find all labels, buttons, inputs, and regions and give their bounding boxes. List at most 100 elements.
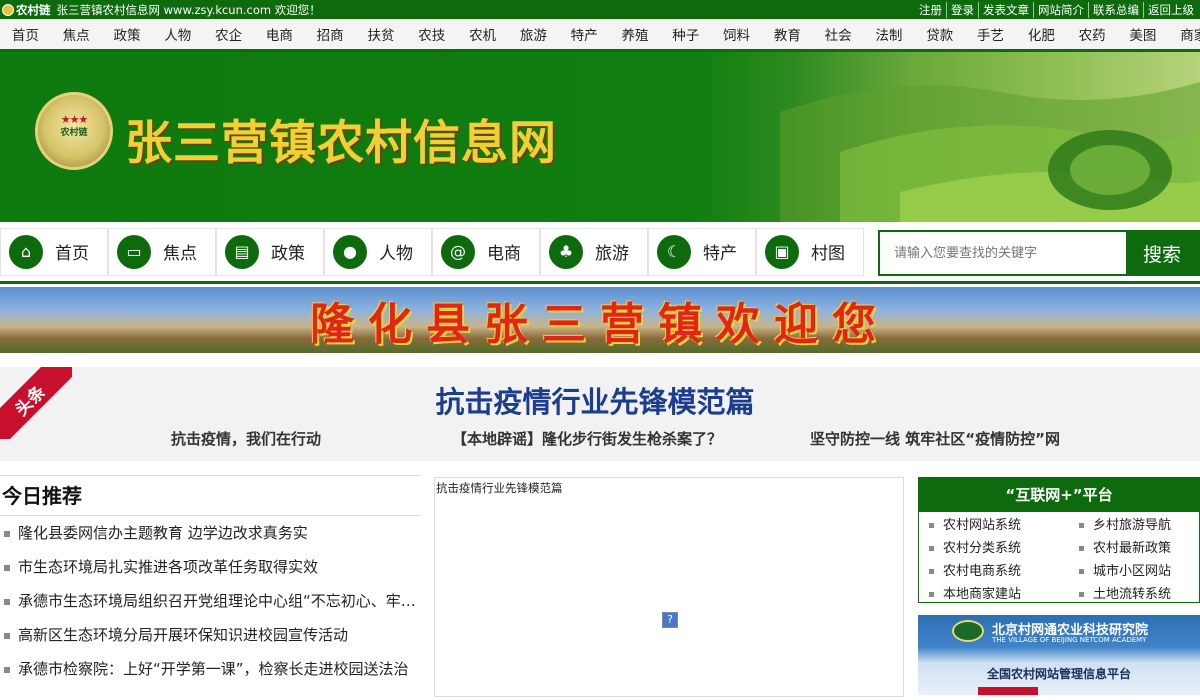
platform-link[interactable]: 农村电商系统 [927, 560, 1077, 583]
channel-link[interactable]: 招商 [305, 24, 356, 44]
nav-item-gallery[interactable]: ▣ 村图 [756, 227, 864, 276]
channel-link[interactable]: 政策 [102, 24, 153, 44]
internet-plus-panel: “互联网+”平台 农村网站系统 乡村旅游导航 农村分类系统 农村最新政策 农村电… [918, 477, 1200, 603]
channel-link[interactable]: 教育 [762, 24, 813, 44]
contact-editor-link[interactable]: 联系总编 [1089, 1, 1144, 18]
platform-link[interactable]: 农村分类系统 [927, 537, 1077, 560]
platform-link[interactable]: 乡村旅游导航 [1077, 514, 1200, 537]
tv-icon: ▭ [117, 234, 151, 269]
headline-sub-link[interactable]: 【本地辟谣】隆化步行街发生枪杀案了？ [452, 428, 722, 449]
logo-text: 农村链 [60, 127, 88, 138]
list-item[interactable]: 承德市检察院：上好“开学第一课”，检察长走进校园送法治 [0, 652, 420, 686]
document-icon: ▤ [225, 234, 259, 269]
brand-name: 农村链 [16, 2, 51, 17]
channel-link[interactable]: 美图 [1118, 24, 1169, 44]
internet-plus-title: “互联网+”平台 [919, 478, 1199, 512]
channel-link[interactable]: 旅游 [508, 24, 559, 44]
academy-logo-icon [952, 620, 984, 642]
palm-tree-icon: ♣ [549, 234, 583, 269]
nav-item-specialty[interactable]: ☾ 特产 [648, 227, 756, 276]
nav-item-label: 特产 [703, 244, 737, 264]
post-article-link[interactable]: 发表文章 [979, 1, 1034, 18]
welcome-text: 张三营镇农村信息网 www.zsy.kcun.com 欢迎您！ [56, 2, 321, 17]
nav-item-ecommerce[interactable]: @ 电商 [432, 227, 540, 276]
logo-stars-icon: ★★★ [60, 113, 89, 126]
nav-item-home[interactable]: ⌂ 首页 [0, 227, 108, 276]
channel-link[interactable]: 贷款 [914, 24, 965, 44]
platform-link[interactable]: 城市小区网站 [1077, 560, 1200, 583]
channel-link[interactable]: 焦点 [51, 24, 102, 44]
home-icon: ⌂ [9, 234, 43, 269]
nav-item-people[interactable]: ● 人物 [324, 227, 432, 276]
channel-link[interactable]: 农机 [457, 24, 508, 44]
channel-link[interactable]: 手艺 [965, 24, 1016, 44]
image-icon: ▣ [765, 234, 799, 269]
channel-link[interactable]: 种子 [660, 24, 711, 44]
channel-link[interactable]: 扶贫 [356, 24, 407, 44]
platform-link[interactable]: 农村最新政策 [1077, 537, 1200, 560]
recommend-panel: 今日推荐 隆化县委网信办主题教育 边学边改求真务实 市生态环境局扎实推进各项改革… [0, 475, 420, 686]
channel-nav: 首页 焦点 政策 人物 农企 电商 招商 扶贫 农技 农机 旅游 特产 养殖 种… [0, 19, 1200, 52]
back-link[interactable]: 返回上级 [1144, 2, 1198, 18]
register-link[interactable]: 注册 [915, 1, 947, 18]
channel-link[interactable]: 首页 [0, 24, 51, 44]
site-title: 张三营镇农村信息网 [125, 116, 557, 171]
icon-nav-bar: ⌂ 首页 ▭ 焦点 ▤ 政策 ● 人物 @ 电商 ♣ 旅游 ☾ 特产 ▣ 村图 [0, 222, 1200, 284]
video-panel[interactable]: 抗击疫情行业先锋模范篇 ? [434, 477, 904, 697]
top-links: 注册 登录 发表文章 网站简介 联系总编 返回上级 [915, 1, 1198, 18]
academy-accent-bar [978, 687, 1038, 695]
search-box: 搜索 [878, 230, 1200, 276]
nav-item-label: 旅游 [595, 244, 629, 264]
site-intro-link[interactable]: 网站简介 [1034, 1, 1089, 18]
search-input[interactable] [880, 232, 1126, 274]
channel-link[interactable]: 商家 [1168, 24, 1200, 44]
channel-link[interactable]: 农企 [203, 24, 254, 44]
landscape-image [780, 82, 1200, 222]
nav-item-label: 人物 [379, 244, 413, 264]
channel-link[interactable]: 农药 [1067, 24, 1118, 44]
channel-link[interactable]: 电商 [254, 24, 305, 44]
nav-item-focus[interactable]: ▭ 焦点 [108, 227, 216, 276]
academy-banner[interactable]: 北京村网通农业科技研究院 THE VILLAGE OF BEIJING NETC… [918, 615, 1200, 695]
platform-link[interactable]: 农村网站系统 [927, 514, 1077, 537]
nav-item-label: 电商 [487, 244, 521, 264]
nav-item-label: 焦点 [163, 244, 197, 264]
list-item[interactable]: 隆化县委网信办主题教育 边学边改求真务实 [0, 516, 420, 550]
recommend-title: 今日推荐 [0, 475, 420, 516]
list-item[interactable]: 市生态环境局扎实推进各项改革任务取得实效 [0, 550, 420, 584]
channel-link[interactable]: 饲料 [711, 24, 762, 44]
list-item[interactable]: 高新区生态环境分局开展环保知识进校园宣传活动 [0, 618, 420, 652]
at-icon: @ [441, 234, 475, 269]
top-bar: 农村链 张三营镇农村信息网 www.zsy.kcun.com 欢迎您！ 注册 登… [0, 0, 1200, 19]
nav-item-label: 首页 [55, 244, 89, 264]
brand-logo-icon [2, 3, 14, 16]
academy-subtitle: THE VILLAGE OF BEIJING NETCOM ACADEMY [992, 636, 1147, 644]
headline-section: 头条 抗击疫情行业先锋模范篇 抗击疫情，我们在行动 【本地辟谣】隆化步行街发生枪… [0, 367, 1200, 461]
banana-icon: ☾ [657, 234, 691, 269]
video-caption: 抗击疫情行业先锋模范篇 [436, 481, 563, 495]
channel-link[interactable]: 农技 [406, 24, 457, 44]
welcome-banner-text: 隆化县张三营镇欢迎您 [310, 299, 890, 350]
list-item[interactable]: 承德市生态环境局组织召开党组理论中心组“不忘初心、牢记使命”专题学习 [0, 584, 420, 618]
nav-item-travel[interactable]: ♣ 旅游 [540, 227, 648, 276]
channel-link[interactable]: 社会 [813, 24, 864, 44]
channel-link[interactable]: 养殖 [610, 24, 661, 44]
channel-link[interactable]: 特产 [559, 24, 610, 44]
headline-title[interactable]: 抗击疫情行业先锋模范篇 [0, 379, 1200, 421]
platform-link[interactable]: 本地商家建站 [927, 583, 1077, 606]
nav-item-label: 政策 [271, 244, 305, 264]
channel-link[interactable]: 法制 [864, 24, 915, 44]
brand[interactable]: 农村链 [2, 2, 51, 18]
channel-link[interactable]: 人物 [152, 24, 203, 44]
welcome-banner: 隆化县张三营镇欢迎您 [0, 287, 1200, 353]
site-logo[interactable]: ★★★ 农村链 [35, 92, 113, 170]
platform-link[interactable]: 土地流转系统 [1077, 583, 1200, 606]
login-link[interactable]: 登录 [947, 1, 979, 18]
broken-image-icon: ? [662, 612, 678, 628]
headline-sub-link[interactable]: 坚守防控一线 筑牢社区“疫情防控”网 [810, 428, 1060, 449]
search-button[interactable]: 搜索 [1126, 232, 1198, 274]
nav-item-policy[interactable]: ▤ 政策 [216, 227, 324, 276]
site-banner: ★★★ 农村链 张三营镇农村信息网 [0, 52, 1200, 222]
channel-link[interactable]: 化肥 [1016, 24, 1067, 44]
headline-sub-link[interactable]: 抗击疫情，我们在行动 [171, 428, 321, 449]
